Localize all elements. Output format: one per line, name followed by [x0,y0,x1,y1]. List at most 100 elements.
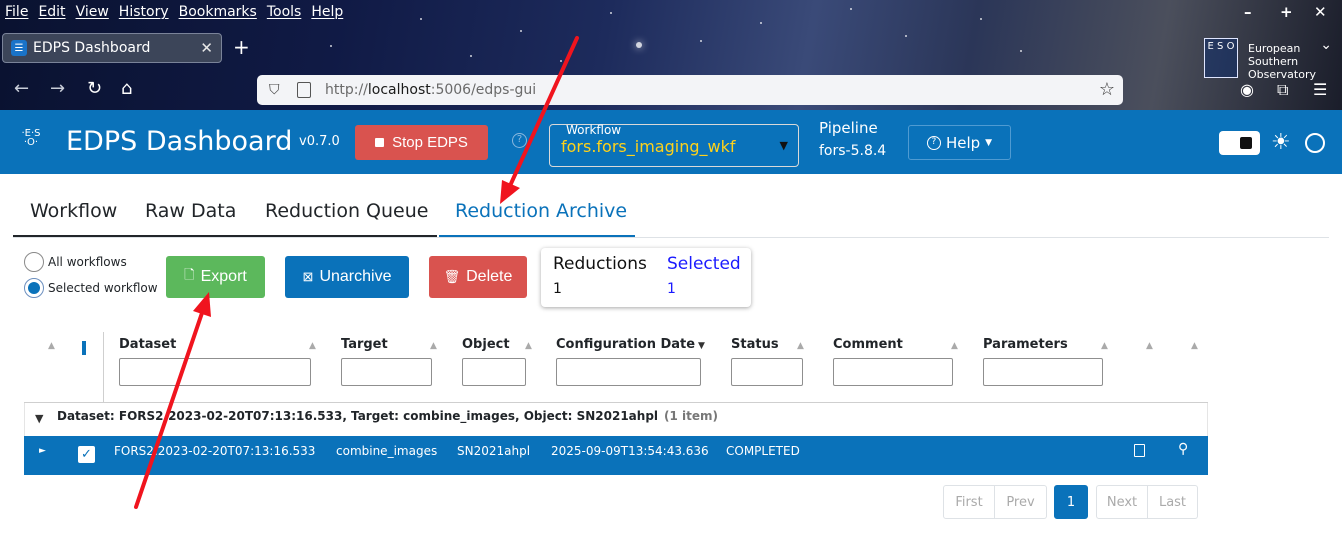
menu-file[interactable]: File [5,4,28,20]
page-info-icon[interactable] [297,82,311,98]
tab-raw-data[interactable]: Raw Data [145,200,236,222]
eso-logo-icon: E S O [1204,38,1238,78]
export-button[interactable]: 🗋 Export [166,256,265,298]
row-checkbox[interactable]: ✓ [78,446,95,463]
menu-history[interactable]: History [119,4,169,20]
column-header-parameters[interactable]: Parameters [983,337,1068,352]
page-title: EDPS Dashboard [66,126,293,157]
theme-toggle[interactable] [1219,131,1260,155]
account-icon[interactable]: ◉ [1240,80,1254,99]
pager-current-page[interactable]: 1 [1054,485,1088,519]
filter-target-input[interactable] [341,358,432,386]
shield-icon[interactable]: ⛉ [269,82,287,98]
workflow-select[interactable]: Workflow fors.fors_imaging_wkf ▼ [549,123,799,167]
dropdown-caret-icon: ▼ [779,139,788,152]
column-header-dataset[interactable]: Dataset [119,337,176,352]
filter-config-date-input[interactable] [556,358,701,386]
sort-arrow-icon[interactable]: ▲ [309,341,316,351]
document-icon[interactable] [1134,444,1145,457]
group-count: (1 item) [664,409,719,423]
column-header-status[interactable]: Status [731,337,779,352]
select-all-checkbox[interactable] [82,341,86,355]
menu-bookmarks[interactable]: Bookmarks [179,4,257,20]
filter-status-input[interactable] [731,358,803,386]
help-dropdown-button[interactable]: ? Help ▼ [908,125,1011,160]
column-header-target[interactable]: Target [341,337,388,352]
stop-edps-label: Stop EDPS [392,134,468,151]
eso-org-name: European Southern Observatory [1248,42,1316,81]
cell-object: SN2021ahpl [457,444,531,458]
close-window-icon[interactable]: ✕ [1314,3,1327,21]
contrast-circle-icon[interactable] [1305,133,1325,153]
forward-icon[interactable]: → [50,78,65,99]
unarchive-icon: ⊠ [302,269,314,284]
hamburger-menu-icon[interactable]: ☰ [1313,80,1327,99]
selected-label: Selected [667,254,741,274]
sort-arrow-icon[interactable]: ▲ [797,341,804,351]
pagination: First Prev 1 Next Last [943,485,1198,519]
url-bar[interactable]: ⛉ http://localhost:5006/edps-gui ☆ [257,75,1123,105]
sort-arrow-icon[interactable]: ▲ [951,341,958,351]
question-icon[interactable]: ? [512,133,527,148]
sun-icon[interactable]: ☀ [1271,130,1291,155]
reload-icon[interactable]: ↻ [87,78,102,99]
home-icon[interactable]: ⌂ [121,78,132,99]
tab-reduction-queue[interactable]: Reduction Queue [265,200,428,222]
menu-edit[interactable]: Edit [38,4,65,20]
column-header-object[interactable]: Object [462,337,510,352]
unarchive-label: Unarchive [319,268,392,285]
radio-selected-label: Selected workflow [48,281,158,295]
pager-last[interactable]: Last [1148,485,1198,519]
filter-object-input[interactable] [462,358,526,386]
extensions-icon[interactable]: ⧉ [1277,80,1288,100]
maximize-icon[interactable]: + [1280,3,1293,21]
pager-prev[interactable]: Prev [995,485,1047,519]
sort-arrow-icon[interactable]: ▲ [525,341,532,351]
bookmark-star-icon[interactable]: ☆ [1099,79,1115,100]
unarchive-button[interactable]: ⊠ Unarchive [285,256,409,298]
browser-tab[interactable]: ☰ EDPS Dashboard ✕ [2,33,222,63]
new-tab-icon[interactable]: + [233,35,250,59]
pipeline-version: fors-5.8.4 [819,143,887,159]
radio-selected-workflow[interactable]: Selected workflow [24,278,158,298]
table-row[interactable]: ► ✓ FORS2.2023-02-20T07:13:16.533 combin… [24,436,1208,475]
group-header-row[interactable]: ▼ Dataset: FORS2.2023-02-20T07:13:16.533… [24,403,1208,436]
eso-app-logo-icon: ·E·S ·O· [21,128,41,148]
pager-first[interactable]: First [943,485,995,519]
sort-arrow-icon[interactable]: ▲ [48,341,55,351]
tab-close-icon[interactable]: ✕ [200,39,213,57]
stop-edps-button[interactable]: Stop EDPS [355,125,488,160]
sort-arrow-icon[interactable]: ▲ [1146,341,1153,351]
tab-list-chevron-icon[interactable]: ⌄ [1320,37,1332,53]
sort-arrow-icon[interactable]: ▲ [1191,341,1198,351]
help-question-icon: ? [926,135,941,150]
cell-status: COMPLETED [726,444,800,458]
filter-comment-input[interactable] [833,358,953,386]
tab-reduction-archive[interactable]: Reduction Archive [455,200,627,222]
sort-arrow-icon[interactable]: ▲ [430,341,437,351]
eso-logo-text: E S O [1207,41,1235,52]
sort-desc-icon[interactable]: ▼ [698,341,705,351]
tab-workflow[interactable]: Workflow [30,200,117,222]
column-divider [103,332,104,402]
radio-all-workflows[interactable]: All workflows [24,252,127,272]
column-header-comment[interactable]: Comment [833,337,903,352]
expand-caret-icon[interactable]: ► [39,446,46,456]
radio-button[interactable] [24,252,44,272]
menu-help[interactable]: Help [311,4,343,20]
filter-dataset-input[interactable] [119,358,311,386]
minimize-icon[interactable]: – [1244,3,1252,21]
search-icon[interactable]: ⚲ [1178,441,1188,457]
menu-tools[interactable]: Tools [267,4,302,20]
collapse-caret-icon[interactable]: ▼ [35,412,43,425]
group-title: Dataset: FORS2.2023-02-20T07:13:16.533, … [57,409,718,423]
radio-button-checked[interactable] [24,278,44,298]
pager-next[interactable]: Next [1096,485,1148,519]
filter-parameters-input[interactable] [983,358,1103,386]
menu-view[interactable]: View [76,4,109,20]
tab-title: EDPS Dashboard [33,40,151,56]
column-header-config-date[interactable]: Configuration Date [556,337,695,352]
sort-arrow-icon[interactable]: ▲ [1101,341,1108,351]
delete-button[interactable]: 🗑 Delete [429,256,527,298]
back-icon[interactable]: ← [14,78,29,99]
